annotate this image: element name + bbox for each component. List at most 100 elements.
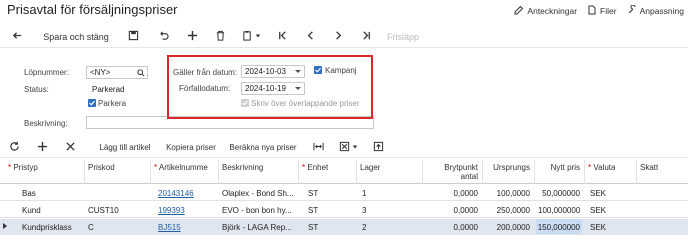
first-record-button[interactable]	[268, 27, 296, 47]
cell-beskrivning: EVO - bon bon hy...	[222, 206, 292, 215]
col-header-beskrivning[interactable]: Beskrivning	[222, 163, 263, 172]
cell-lager: 1	[362, 189, 367, 198]
cell-valuta: SEK	[590, 206, 607, 215]
cell-pristyp: Kundprisklass	[22, 223, 72, 232]
col-header-skatt[interactable]: Skatt	[640, 163, 658, 172]
undo-button[interactable]	[148, 27, 178, 47]
row-selector-icon	[3, 223, 7, 229]
save-button[interactable]	[118, 27, 148, 47]
chevron-down-icon	[255, 32, 261, 41]
chevron-right-icon	[333, 30, 344, 43]
cell-enhet: ST	[308, 206, 319, 215]
chevron-down-icon	[352, 143, 358, 152]
col-header-ursprungs[interactable]: Ursprungs	[486, 163, 530, 172]
search-icon	[137, 69, 145, 78]
refresh-button[interactable]	[0, 138, 28, 158]
back-arrow-icon	[12, 30, 23, 43]
customize-link[interactable]: Anpassning	[627, 4, 684, 17]
files-link-label: Filer	[600, 6, 617, 16]
page-title: Prisavtal för försäljningspriser	[7, 2, 178, 17]
cell-nytt-pris[interactable]: 100,000000	[538, 206, 580, 215]
excel-icon	[339, 141, 350, 154]
delete-button[interactable]	[206, 27, 234, 47]
cell-beskrivning: Olaplex - Bond Sh...	[222, 189, 294, 198]
refresh-icon	[9, 141, 20, 154]
upload-button[interactable]	[364, 138, 392, 158]
grid-toolbar: Lägg till artikel Kopiera priser Beräkna…	[0, 138, 688, 158]
cell-enhet: ST	[308, 189, 319, 198]
first-page-icon	[277, 30, 288, 43]
back-button[interactable]	[0, 27, 34, 47]
table-row-selected[interactable]: Kundprisklass C BJ515 Björk - LAGA Rep..…	[0, 219, 688, 235]
title-bar: Prisavtal för försäljningspriser Anteckn…	[0, 0, 688, 22]
previous-record-button[interactable]	[296, 27, 324, 47]
cell-brytpunkt: 0,0000	[453, 206, 478, 215]
cell-pristyp: Bas	[22, 189, 36, 198]
export-excel-button[interactable]	[332, 138, 364, 158]
plus-icon	[37, 141, 48, 154]
add-row-button[interactable]	[28, 138, 56, 158]
col-header-lager[interactable]: Lager	[360, 163, 380, 172]
lopnummer-label: Löpnummer:	[24, 68, 69, 77]
add-article-button[interactable]: Lägg till artikel	[90, 138, 160, 158]
col-header-enhet[interactable]: * Enhet	[302, 163, 328, 172]
col-header-pristyp[interactable]: * Pristyp	[8, 163, 38, 172]
col-header-priskod[interactable]: Priskod	[88, 163, 115, 172]
cell-valuta: SEK	[590, 189, 607, 198]
trash-icon	[215, 30, 226, 43]
col-header-nytt-pris[interactable]: Nytt pris	[538, 163, 580, 172]
grid-header: * Pristyp Priskod * Artikelnumme Beskriv…	[0, 160, 688, 184]
cell-artikel-link[interactable]: 20143146	[158, 189, 194, 198]
chevron-left-icon	[305, 30, 316, 43]
release-button[interactable]: Frisläpp	[380, 27, 426, 47]
files-link[interactable]: Filer	[587, 5, 617, 17]
lopnummer-value: <NY>	[90, 68, 111, 77]
next-record-button[interactable]	[324, 27, 352, 47]
cell-priskod: C	[88, 223, 94, 232]
parkera-checkbox[interactable]	[88, 99, 96, 107]
customize-link-label: Anpassning	[639, 6, 684, 16]
beskrivning-label: Beskrivning:	[24, 119, 68, 128]
undo-icon	[158, 30, 169, 43]
copy-prices-button[interactable]: Kopiera priser	[160, 138, 222, 158]
wrench-icon	[627, 4, 637, 17]
table-row[interactable]: Bas 20143146 Olaplex - Bond Sh... ST 1 0…	[0, 185, 688, 201]
upload-icon	[373, 141, 384, 154]
plus-icon	[187, 30, 198, 43]
cell-beskrivning: Björk - LAGA Rep...	[222, 223, 292, 232]
col-header-valuta[interactable]: * Valuta	[588, 163, 615, 172]
add-button[interactable]	[178, 27, 206, 47]
save-disk-icon	[128, 30, 139, 43]
table-row[interactable]: Kund CUST10 199393 EVO - bon bon hy... S…	[0, 202, 688, 218]
notes-link[interactable]: Anteckningar	[514, 5, 577, 17]
copy-paste-menu-button[interactable]	[234, 27, 268, 47]
cell-ursprungs: 250,0000	[496, 206, 530, 215]
fit-columns-button[interactable]	[304, 138, 332, 158]
clipboard-icon	[242, 30, 253, 43]
delete-row-button[interactable]	[56, 138, 84, 158]
notes-link-label: Anteckningar	[527, 6, 578, 16]
cell-artikel-link[interactable]: 199393	[158, 206, 185, 215]
last-record-button[interactable]	[352, 27, 380, 47]
edit-notes-icon	[514, 5, 524, 17]
fit-width-icon	[312, 141, 324, 154]
calc-prices-button[interactable]: Beräkna nya priser	[222, 138, 304, 158]
cell-brytpunkt: 0,0000	[453, 189, 478, 198]
col-header-brytpunkt[interactable]: Brytpunkt antal	[426, 163, 478, 181]
cell-ursprungs: 200,0000	[496, 223, 530, 232]
main-toolbar: Spara och stäng Frisläpp	[0, 26, 688, 48]
cell-artikel-link[interactable]: BJ515	[158, 223, 181, 232]
cell-lager: 2	[362, 223, 367, 232]
parkera-label: Parkera	[98, 99, 127, 108]
save-close-button[interactable]: Spara och stäng	[34, 27, 118, 47]
cell-priskod: CUST10	[88, 206, 119, 215]
status-label: Status:	[24, 85, 49, 94]
highlight-box	[167, 55, 373, 119]
cell-nytt-pris[interactable]: 50,000000	[538, 189, 580, 198]
lopnummer-input[interactable]: <NY>	[86, 66, 148, 79]
close-icon	[65, 141, 76, 154]
col-header-artikelnummer[interactable]: * Artikelnumme	[154, 163, 216, 172]
cell-nytt-pris-active[interactable]: 150,000000	[536, 219, 582, 234]
cell-brytpunkt: 0,0000	[453, 223, 478, 232]
cell-enhet: ST	[308, 223, 319, 232]
